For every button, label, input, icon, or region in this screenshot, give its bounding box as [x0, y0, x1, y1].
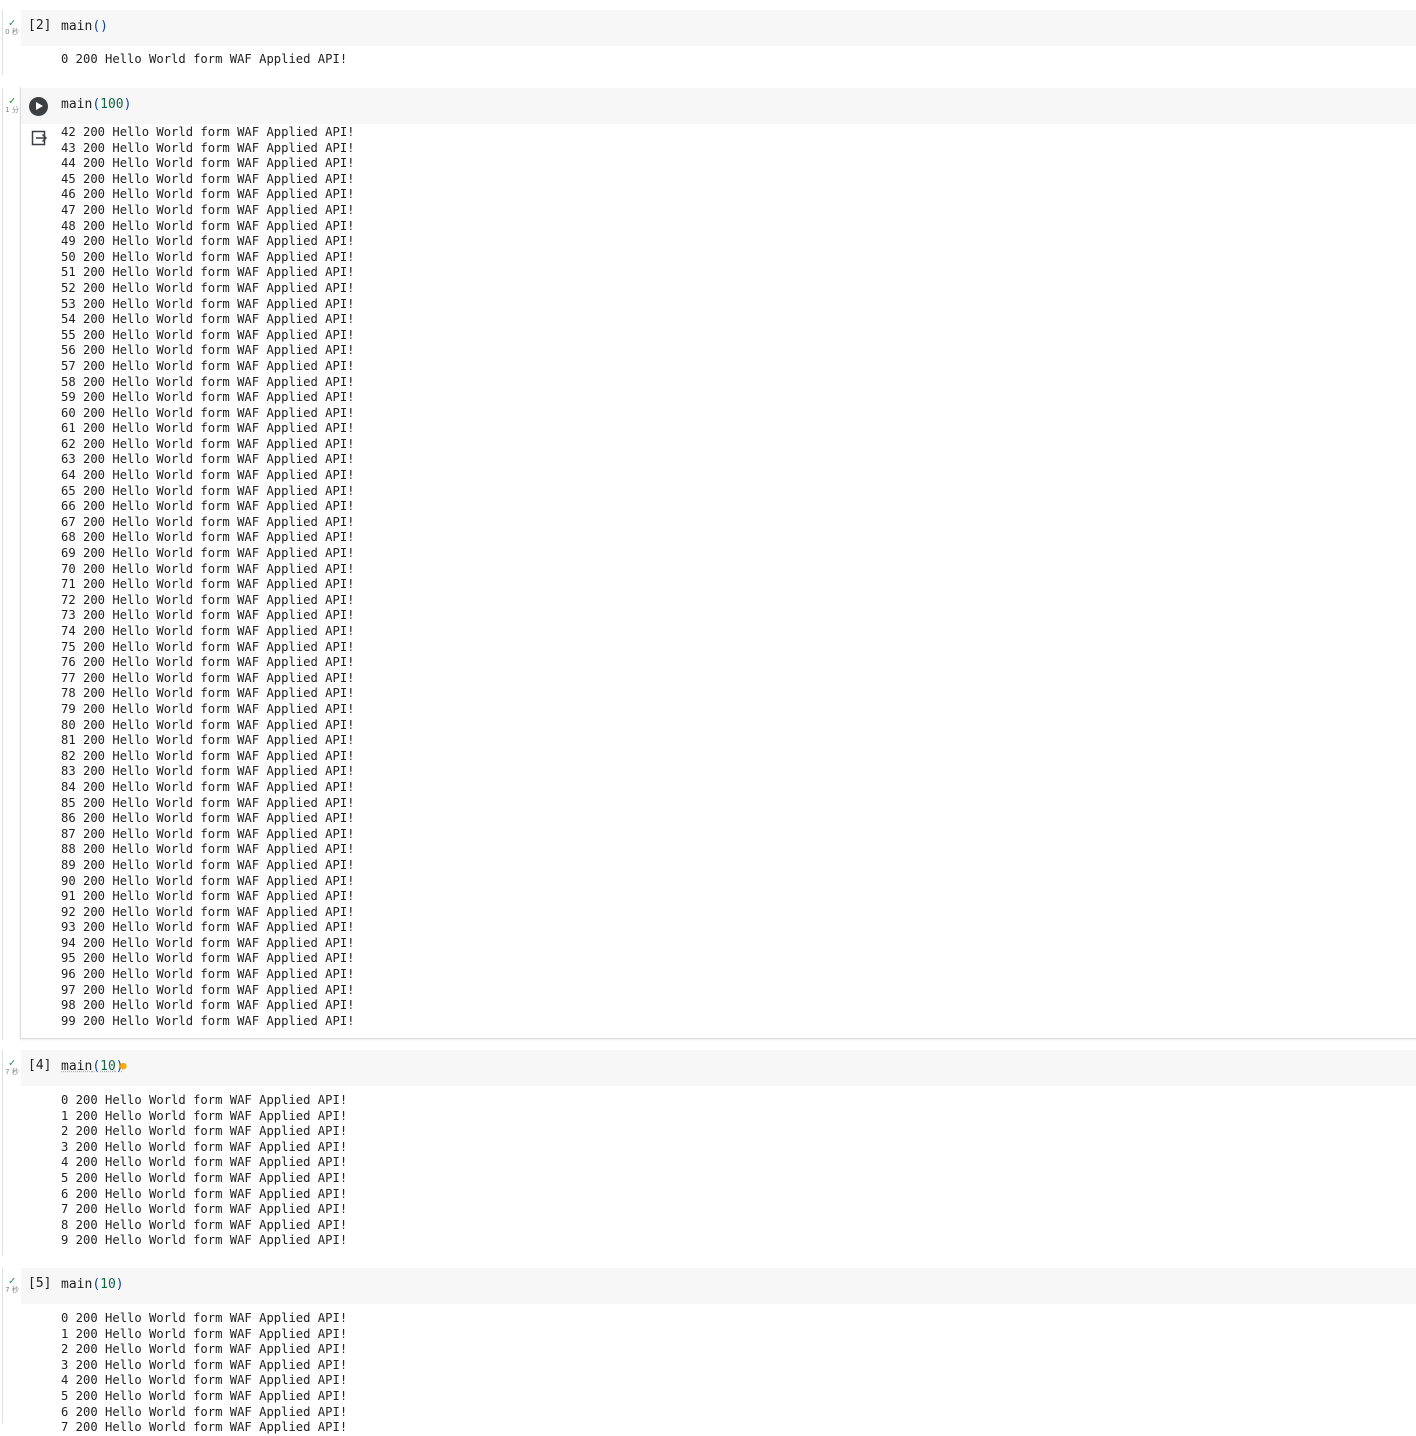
lightbulb-icon[interactable]: ● — [120, 1059, 127, 1072]
code-text[interactable]: main(10) — [61, 1059, 124, 1074]
code-paren-open: ( — [92, 1059, 101, 1074]
cell-status: ✓ 7 秒 — [4, 1274, 20, 1295]
code-function: main — [61, 1277, 93, 1292]
cell-output: 0 200 Hello World form WAF Applied API! … — [61, 1311, 348, 1435]
cell-duration: 7 秒 — [5, 1286, 19, 1294]
code-editor[interactable]: main(100) — [21, 88, 1416, 124]
code-editor[interactable]: [4] main(10) — [21, 1050, 1416, 1086]
code-paren-close: ) — [100, 19, 108, 34]
code-text[interactable]: main(10) — [61, 1277, 124, 1292]
gutter-line — [2, 10, 3, 75]
code-function: main — [61, 19, 93, 34]
code-argument: 10 — [100, 1059, 116, 1074]
code-editor[interactable]: [5] main(10) — [21, 1268, 1416, 1304]
cell-output: 42 200 Hello World form WAF Applied API!… — [61, 125, 355, 1028]
code-argument: 10 — [100, 1277, 116, 1292]
code-paren-open: ( — [92, 19, 101, 34]
check-icon: ✓ — [8, 1056, 16, 1069]
execution-count: [4] — [28, 1058, 52, 1073]
play-circle-icon[interactable] — [29, 97, 48, 116]
check-icon: ✓ — [8, 94, 16, 107]
cell-status: ✓ 1 分 — [4, 94, 20, 115]
code-editor[interactable]: [2] main() — [21, 10, 1416, 46]
code-text[interactable]: main(100) — [61, 97, 131, 112]
code-text[interactable]: main() — [61, 19, 108, 34]
code-paren-open: ( — [92, 1277, 101, 1292]
gutter-line — [2, 1268, 3, 1423]
code-paren-close: ) — [115, 1277, 124, 1292]
code-argument: 100 — [100, 97, 124, 112]
code-paren-close: ) — [123, 97, 132, 112]
execution-count: [5] — [28, 1276, 52, 1291]
gutter-line — [2, 88, 3, 1040]
gutter-line — [2, 1050, 3, 1255]
code-paren-open: ( — [92, 97, 101, 112]
execution-count: [2] — [28, 18, 52, 33]
cell-status: ✓ 0 秒 — [4, 16, 20, 37]
output-exit-icon[interactable] — [31, 130, 47, 146]
cell-output: 0 200 Hello World form WAF Applied API! — [61, 52, 348, 66]
check-icon: ✓ — [8, 1274, 16, 1287]
cell-duration: 7 秒 — [5, 1068, 19, 1076]
cell-duration: 0 秒 — [5, 28, 19, 36]
cell-duration: 1 分 — [5, 106, 19, 114]
cell-output: 0 200 Hello World form WAF Applied API! … — [61, 1093, 348, 1248]
check-icon: ✓ — [8, 16, 16, 29]
code-function: main — [61, 97, 93, 112]
cell-status: ✓ 7 秒 — [4, 1056, 20, 1077]
code-function: main — [61, 1059, 93, 1074]
